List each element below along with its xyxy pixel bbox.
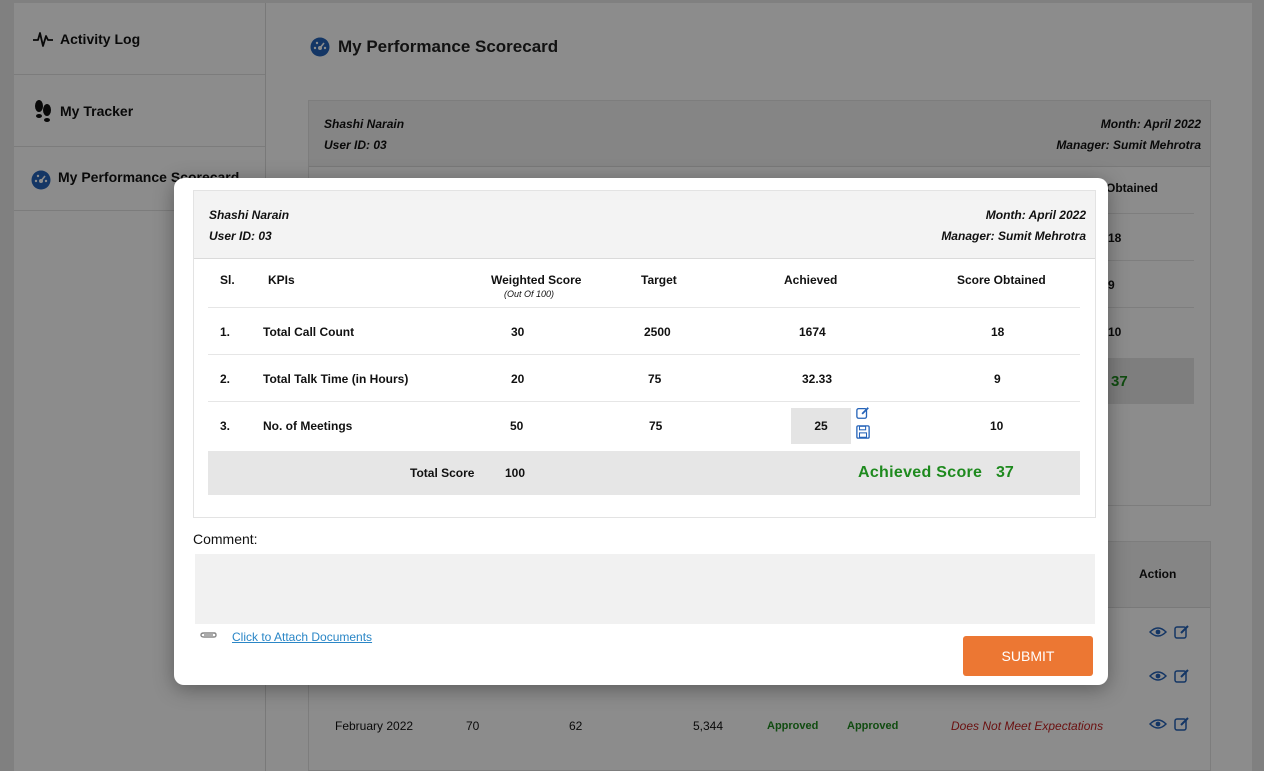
modal-scorecard-header: Shashi Narain User ID: 03 Month: April 2… [194, 191, 1095, 259]
employee-name: Shashi Narain [209, 208, 290, 222]
comment-label: Comment: [193, 531, 258, 547]
row-weighted: 30 [511, 325, 525, 339]
row-sl: 2. [220, 372, 231, 386]
achieved-score-value: 37 [996, 464, 1014, 481]
modal-scorecard-card: Shashi Narain User ID: 03 Month: April 2… [193, 190, 1096, 518]
comment-field[interactable] [195, 554, 1095, 624]
achieved-input[interactable]: 25 [791, 408, 851, 444]
col-subheader-out-of-100: (Out Of 100) [504, 289, 555, 299]
row-weighted: 50 [510, 419, 524, 433]
scorecard-edit-modal: Shashi Narain User ID: 03 Month: April 2… [174, 178, 1108, 685]
total-score-label: Total Score [410, 466, 475, 480]
col-header-kpis: KPIs [268, 273, 295, 287]
table-row: 1. Total Call Count 30 2500 1674 18 [208, 307, 1080, 354]
col-header-achieved: Achieved [784, 273, 838, 287]
col-header-sl: Sl. [220, 273, 235, 287]
save-floppy-icon[interactable] [856, 425, 870, 442]
row-kpi: Total Call Count [263, 325, 355, 339]
edit-icon[interactable] [856, 406, 870, 423]
col-header-target: Target [641, 273, 677, 287]
row-target: 2500 [644, 325, 671, 339]
row-achieved: 32.33 [802, 372, 833, 386]
attach-documents: Click to Attach Documents [198, 629, 372, 644]
paperclip-icon [198, 629, 218, 644]
submit-button[interactable]: SUBMIT [963, 636, 1093, 676]
achieved-score-label: Achieved Score [858, 464, 983, 481]
row-kpi: Total Talk Time (in Hours) [263, 372, 409, 386]
row-achieved: 1674 [799, 325, 826, 339]
manager: Manager: Sumit Mehrotra [941, 229, 1086, 243]
row-score: 10 [990, 419, 1004, 433]
row-kpi: No. of Meetings [263, 419, 353, 433]
row-weighted: 20 [511, 372, 525, 386]
col-header-score-obtained: Score Obtained [957, 273, 1046, 287]
row-score: 9 [994, 372, 1001, 386]
row-sl: 1. [220, 325, 231, 339]
table-row: 3. No. of Meetings 50 75 25 10 [208, 401, 1080, 448]
col-header-weighted-score: Weighted Score [491, 273, 582, 287]
total-score-value: 100 [505, 466, 526, 480]
row-score: 18 [991, 325, 1005, 339]
row-sl: 3. [220, 419, 231, 433]
total-score-row: Total Score 100 Achieved Score 37 [208, 451, 1080, 495]
table-row: 2. Total Talk Time (in Hours) 20 75 32.3… [208, 354, 1080, 401]
month: Month: April 2022 [985, 208, 1086, 222]
attach-documents-link[interactable]: Click to Attach Documents [232, 630, 372, 644]
row-target: 75 [649, 419, 663, 433]
row-target: 75 [648, 372, 662, 386]
user-id: User ID: 03 [209, 229, 272, 243]
